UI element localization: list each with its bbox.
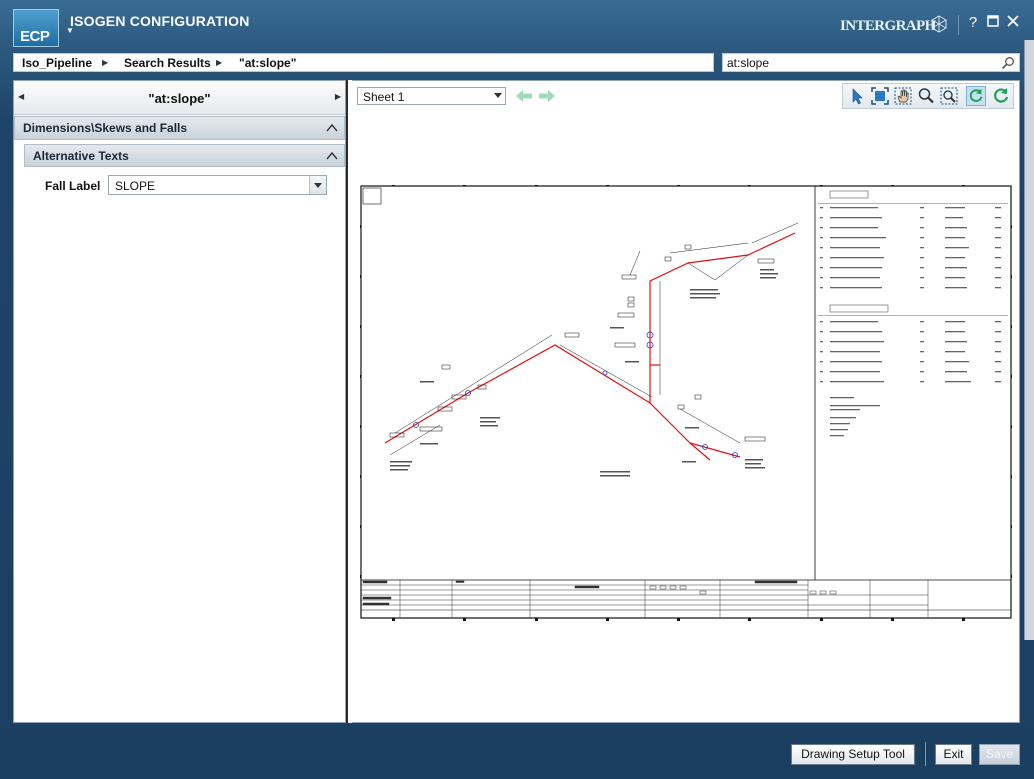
result-navigator: ◀ "at:slope" ▶ [14,81,345,115]
frame-ticks [360,185,1012,621]
app-logo-icon[interactable]: ECP ▼ [13,9,74,47]
title-block [361,580,929,618]
app-window: ECP ▼ ISOGEN CONFIGURATION INTERGRAPH ? … [0,0,1034,779]
search-icon[interactable] [1001,56,1015,70]
breadcrumb-item-pipeline[interactable]: Iso_Pipeline [22,56,92,70]
chevron-up-icon[interactable] [326,150,338,162]
sheet-select-value: Sheet 1 [363,90,405,104]
brand-logo: INTERGRAPH [840,18,936,34]
fit-window-icon[interactable] [870,86,890,106]
result-title: "at:slope" [148,91,211,106]
close-icon [1007,15,1019,27]
zoom-icon[interactable] [916,86,936,106]
sync-icon [969,88,983,102]
breadcrumb-item-search-results[interactable]: Search Results [124,56,211,70]
save-button[interactable]: Save [979,744,1020,765]
help-button[interactable]: ? [964,14,982,32]
section-title: Dimensions\Skews and Falls [23,121,188,135]
exit-button[interactable]: Exit [935,744,972,765]
breadcrumb-arrow-icon: ▶ [102,58,109,67]
search-input[interactable]: at:slope [722,53,1020,72]
previous-sheet-icon[interactable] [515,89,533,103]
fall-label-value: SLOPE [115,179,156,193]
sync-button[interactable] [966,86,986,106]
select-pointer-icon[interactable] [847,86,867,106]
fall-label-select[interactable]: SLOPE [108,175,327,195]
fall-label-label: Fall Label [45,179,101,193]
search-input-value: at:slope [727,56,770,70]
properties-panel: ◀ "at:slope" ▶ Dimensions\Skews and Fall… [13,80,346,723]
intergraph-cube-icon [931,15,947,33]
window-edge [1024,40,1034,640]
app-title: ISOGEN CONFIGURATION [70,13,250,29]
subsection-header-alternative-texts[interactable]: Alternative Texts [24,144,345,167]
title-separator [958,15,959,35]
breadcrumb: Iso_Pipeline ▶ Search Results ▶ "at:slop… [13,53,714,72]
breadcrumb-arrow-icon: ▶ [216,58,223,67]
next-result-icon[interactable]: ▶ [335,92,341,101]
chevron-up-icon[interactable] [326,122,338,134]
close-button[interactable] [1004,14,1022,32]
isometric-drawing-preview[interactable] [360,185,1012,621]
viewer-toolbar [842,83,1014,109]
pan-hand-icon[interactable] [893,86,913,106]
annotation-tags [389,244,775,442]
footer-separator [925,742,926,766]
refresh-icon[interactable] [991,86,1011,106]
drawing-text-marks [390,269,778,477]
drawing-viewer: Sheet 1 [352,80,1020,723]
dimension-lines [389,222,799,456]
sheet-select[interactable]: Sheet 1 [357,87,506,105]
maximize-button[interactable] [984,14,1002,32]
bill-of-materials-area [818,190,1008,437]
breadcrumb-item-current[interactable]: "at:slope" [239,56,296,70]
pipe-route [384,232,796,461]
section-header-skews-falls[interactable]: Dimensions\Skews and Falls [14,116,345,140]
chevron-down-icon[interactable] [494,93,502,98]
chevron-down-icon[interactable] [309,176,326,194]
footer-bar: Drawing Setup Tool Exit Save [0,724,1034,779]
next-sheet-icon[interactable] [538,89,556,103]
maximize-icon [987,15,999,27]
zoom-extents-icon[interactable] [939,86,959,106]
app-logo-text: ECP [20,28,50,45]
subsection-title: Alternative Texts [33,149,129,163]
drawing-setup-tool-button[interactable]: Drawing Setup Tool [791,744,915,765]
